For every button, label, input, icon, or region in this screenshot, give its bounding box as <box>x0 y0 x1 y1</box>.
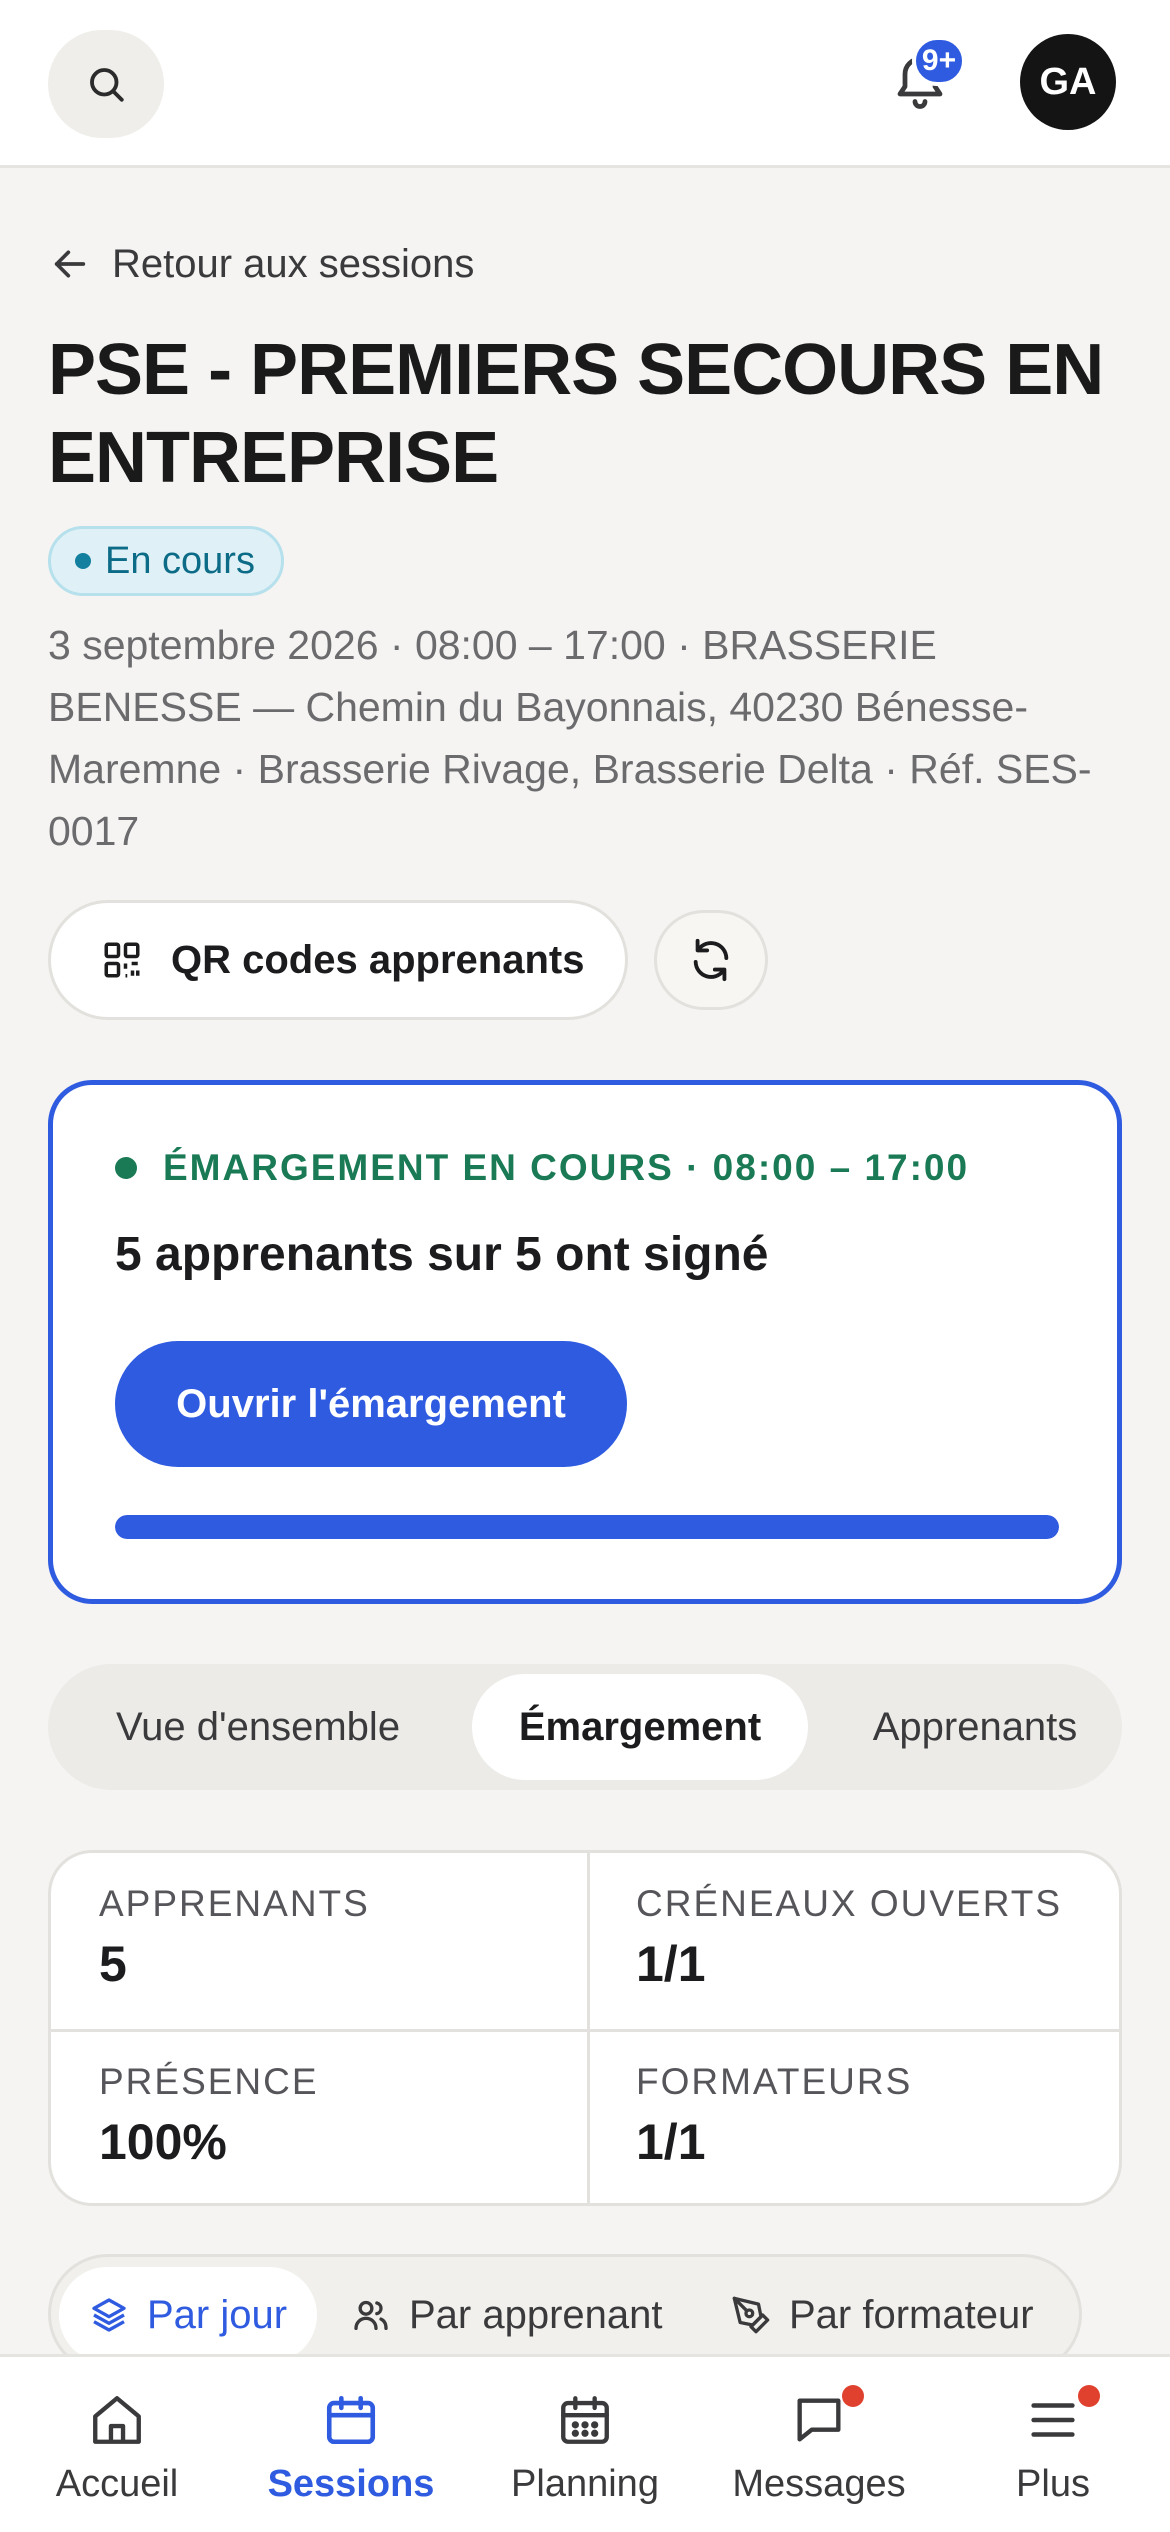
qr-codes-button[interactable]: QR codes apprenants <box>48 900 628 1020</box>
refresh-icon <box>688 937 734 983</box>
stat-value: 100% <box>99 2114 227 2170</box>
back-to-sessions-link[interactable]: Retour aux sessions <box>50 236 474 292</box>
signin-status-label: ÉMARGEMENT EN COURS · 08:00 – 17:00 <box>163 1147 970 1188</box>
session-tabs: Vue d'ensemble Émargement Apprenants <box>48 1664 1122 1790</box>
bottom-nav: Accueil Sessions Planning Messages Plus <box>0 2354 1170 2532</box>
nav-sessions-label: Sessions <box>267 2463 435 2505</box>
menu-icon <box>1024 2391 1082 2449</box>
session-meta: 3 septembre 2026 · 08:00 – 17:00 · BRASS… <box>48 622 1092 854</box>
stat-label: FORMATEURS <box>636 2061 913 2102</box>
signin-count: 5 apprenants sur 5 ont signé <box>115 1228 769 1281</box>
top-bar: 9+ GA <box>0 0 1170 168</box>
unread-dot <box>842 2385 864 2407</box>
pen-tool-icon <box>731 2295 771 2335</box>
nav-more[interactable]: Plus <box>936 2357 1170 2532</box>
view-by-day-label: Par jour <box>147 2292 288 2337</box>
nav-planning[interactable]: Planning <box>468 2357 702 2532</box>
avatar[interactable]: GA <box>1020 34 1116 130</box>
open-signin-button[interactable]: Ouvrir l'émargement <box>115 1341 627 1467</box>
stat-label: PRÉSENCE <box>99 2061 319 2102</box>
stat-attendance: PRÉSENCE 100% <box>51 2031 588 2203</box>
nav-sessions[interactable]: Sessions <box>234 2357 468 2532</box>
page-title: PSE - PREMIERS SECOURS EN ENTREPRISE <box>48 330 1104 498</box>
nav-more-label: Plus <box>1016 2463 1090 2505</box>
nav-home-label: Accueil <box>55 2463 179 2505</box>
signin-status: ÉMARGEMENT EN COURS · 08:00 – 17:00 <box>115 1147 969 1189</box>
tab-learners[interactable]: Apprenants <box>828 1674 1122 1780</box>
calendar-grid-icon <box>556 2391 614 2449</box>
stat-value: 1/1 <box>636 2114 706 2170</box>
signin-card: ÉMARGEMENT EN COURS · 08:00 – 17:00 5 ap… <box>48 1080 1122 1604</box>
signin-progress-fill <box>115 1515 1059 1539</box>
view-by-trainer-label: Par formateur <box>789 2292 1034 2337</box>
stat-trainers: FORMATEURS 1/1 <box>588 2031 1119 2203</box>
tab-overview[interactable]: Vue d'ensemble <box>48 1674 468 1780</box>
view-by-day[interactable]: Par jour <box>59 2267 318 2363</box>
message-icon <box>790 2391 848 2449</box>
notification-badge: 9+ <box>912 36 966 86</box>
search-icon <box>85 63 127 105</box>
stats-grid: APPRENANTS 5 CRÉNEAUX OUVERTS 1/1 PRÉSEN… <box>48 1850 1122 2206</box>
stat-open-slots: CRÉNEAUX OUVERTS 1/1 <box>588 1853 1119 2031</box>
qr-codes-label: QR codes apprenants <box>171 937 585 982</box>
arrow-left-icon <box>50 244 90 284</box>
stat-value: 5 <box>99 1936 127 1992</box>
qr-code-icon <box>101 939 143 981</box>
tab-signin[interactable]: Émargement <box>472 1674 808 1780</box>
refresh-button[interactable] <box>654 910 768 1010</box>
nav-home[interactable]: Accueil <box>0 2357 234 2532</box>
home-icon <box>88 2391 146 2449</box>
view-by-trainer[interactable]: Par formateur <box>731 2267 1034 2363</box>
stat-value: 1/1 <box>636 1936 706 1992</box>
search-button[interactable] <box>48 30 164 138</box>
unread-dot <box>1078 2385 1100 2407</box>
view-by-learner[interactable]: Par apprenant <box>351 2267 663 2363</box>
nav-planning-label: Planning <box>511 2463 659 2505</box>
signin-progress <box>115 1515 1059 1539</box>
back-link-label: Retour aux sessions <box>112 241 475 286</box>
nav-messages-label: Messages <box>732 2463 906 2505</box>
view-by-learner-label: Par apprenant <box>409 2292 663 2337</box>
stat-label: APPRENANTS <box>99 1883 370 1924</box>
stat-learners: APPRENANTS 5 <box>51 1853 588 2031</box>
nav-messages[interactable]: Messages <box>702 2357 936 2532</box>
stat-label: CRÉNEAUX OUVERTS <box>636 1883 1063 1924</box>
users-icon <box>351 2295 391 2335</box>
status-label: En cours <box>105 539 255 582</box>
live-dot <box>115 1157 137 1179</box>
calendar-icon <box>322 2391 380 2449</box>
layers-icon <box>89 2295 129 2335</box>
status-dot <box>75 553 91 569</box>
status-badge: En cours <box>48 526 284 596</box>
